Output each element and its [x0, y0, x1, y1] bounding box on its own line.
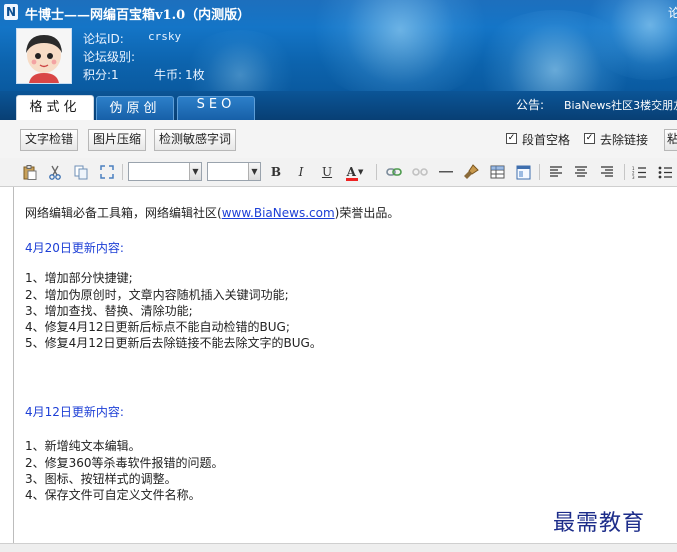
- forum-level-label: 论坛级别:: [83, 50, 136, 64]
- unordered-list-icon[interactable]: [656, 163, 674, 181]
- update2-item: 4、保存文件可自定义文件名称。: [25, 488, 201, 502]
- update1-item: 1、增加部分快捷键;: [25, 271, 133, 285]
- update1-item: 2、增加伪原创时，文章内容随机插入关键词功能;: [25, 288, 289, 302]
- avatar: [16, 28, 72, 84]
- forum-id-value: crsky: [148, 30, 182, 43]
- bold-icon[interactable]: B: [267, 163, 285, 181]
- insert-link-icon[interactable]: [385, 163, 403, 181]
- points-value: 1: [111, 68, 119, 82]
- update2-item: 1、新增纯文本编辑。: [25, 439, 141, 453]
- tab-seo[interactable]: SEO: [177, 96, 255, 120]
- tab-format[interactable]: 格式化: [16, 95, 94, 120]
- points-label: 积分:: [83, 68, 112, 82]
- align-center-icon[interactable]: [572, 163, 590, 181]
- update1-title: 4月20日更新内容:: [25, 241, 124, 255]
- format-brush-icon[interactable]: [462, 163, 480, 181]
- coins-value: 1枚: [185, 68, 205, 82]
- font-family-select[interactable]: ▼: [128, 162, 202, 181]
- forum-id-label: 论坛ID:: [83, 32, 124, 46]
- toolbar-separator: [539, 164, 540, 180]
- paste-button-fragment[interactable]: 粘: [664, 129, 677, 151]
- sensitive-words-button[interactable]: 检测敏感字词: [154, 129, 237, 151]
- image-compress-button[interactable]: 图片压缩: [88, 129, 147, 151]
- function-bar: 文字检错 图片压缩 检测敏感字词 ✓ 段首空格 ✓ 去除链接 粘: [0, 120, 677, 159]
- announcement-label: 公告:: [516, 98, 545, 112]
- svg-text:3: 3: [632, 175, 635, 179]
- update2-title: 4月12日更新内容:: [25, 405, 124, 419]
- intro-prefix: 网络编辑必备工具箱，网络编辑社区(: [25, 206, 222, 220]
- underline-icon[interactable]: U: [318, 163, 336, 181]
- update1-item: 3、增加查找、替换、清除功能;: [25, 304, 193, 318]
- italic-icon[interactable]: I: [292, 163, 310, 181]
- coins-label: 牛币:: [154, 68, 183, 82]
- title-bar-right-fragment: 论: [668, 6, 677, 20]
- app-logo-icon: N: [4, 4, 18, 20]
- update1-item: 4、修复4月12日更新后标点不能自动检错的BUG;: [25, 320, 290, 334]
- paragraph-indent-checkbox[interactable]: ✓: [506, 133, 517, 144]
- toolbar-separator: [624, 164, 625, 180]
- font-size-select[interactable]: ▼: [207, 162, 261, 181]
- chevron-down-icon: ▼: [357, 168, 364, 176]
- unlink-icon[interactable]: [411, 163, 429, 181]
- remove-links-label[interactable]: 去除链接: [600, 131, 648, 148]
- app-title: 牛博士——网编百宝箱v1.0（内测版）: [25, 8, 251, 23]
- align-left-icon[interactable]: [547, 163, 565, 181]
- font-color-icon[interactable]: A ▼: [343, 163, 367, 181]
- intro-suffix: )荣誉出品。: [334, 206, 400, 220]
- editor-content[interactable]: 网络编辑必备工具箱，网络编辑社区(www.BiaNews.com)荣誉出品。 4…: [13, 187, 677, 543]
- update2-item: 2、修复360等杀毒软件报错的问题。: [25, 456, 224, 470]
- announcement-text[interactable]: BiaNews社区3楼交朋友: [564, 97, 677, 113]
- horizontal-rule-icon[interactable]: [437, 163, 455, 181]
- toolbar-separator: [122, 164, 123, 180]
- chevron-down-icon: ▼: [189, 163, 201, 180]
- chevron-down-icon: ▼: [248, 163, 260, 180]
- watermark: 最需教育: [553, 511, 646, 536]
- toolbar-separator: [376, 164, 377, 180]
- text-check-button[interactable]: 文字检错: [20, 129, 79, 151]
- update1-item: 5、修复4月12日更新后去除链接不能去除文字的BUG。: [25, 336, 322, 350]
- ordered-list-icon[interactable]: 123: [630, 163, 648, 181]
- fullscreen-icon[interactable]: [98, 163, 116, 181]
- align-right-icon[interactable]: [598, 163, 616, 181]
- insert-table-icon[interactable]: [488, 163, 506, 181]
- cut-icon[interactable]: [46, 163, 64, 181]
- intro-line: 网络编辑必备工具箱，网络编辑社区(www.BiaNews.com)荣誉出品。: [25, 204, 399, 221]
- user-info: 论坛ID: crsky 论坛级别: 积分:1 牛币: 1枚: [83, 30, 205, 84]
- remove-links-checkbox[interactable]: ✓: [584, 133, 595, 144]
- font-color-glyph: A: [346, 165, 356, 179]
- editor-toolbar: ▼ ▼ B I U A ▼ 123: [0, 158, 677, 187]
- update2-item: 3、图标、按钮样式的调整。: [25, 472, 177, 486]
- tab-pseudo-original[interactable]: 伪原创: [96, 96, 174, 120]
- paste-icon[interactable]: [21, 163, 39, 181]
- app-header: N 牛博士——网编百宝箱v1.0（内测版） 论 论坛ID: crsky 论坛级别…: [0, 0, 677, 91]
- copy-icon[interactable]: [72, 163, 90, 181]
- bianews-link[interactable]: www.BiaNews.com: [222, 206, 335, 220]
- title-bar[interactable]: N 牛博士——网编百宝箱v1.0（内测版） 论: [0, 0, 677, 24]
- font-color-swatch: [346, 178, 358, 181]
- source-icon[interactable]: [514, 163, 532, 181]
- paragraph-indent-label[interactable]: 段首空格: [522, 131, 570, 148]
